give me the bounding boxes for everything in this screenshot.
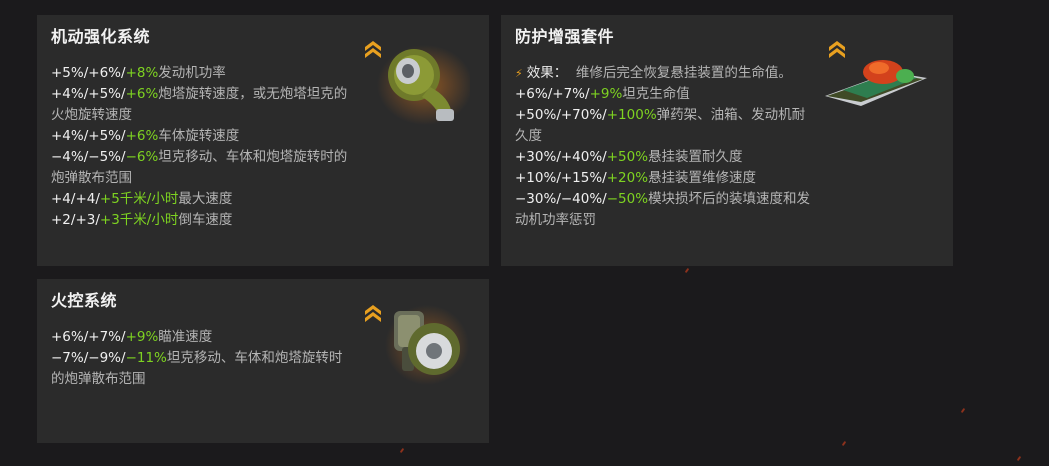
tank-suspension-icon [825, 60, 927, 106]
module-card-mobility: 机动强化系统 +5%/+6%/+8%发动机功率 +4%/+5%/+6%炮塔旋转速… [37, 15, 489, 266]
stat-line: +4%/+5%/+6%车体旋转速度 [51, 128, 240, 144]
ember-decoration [841, 440, 847, 447]
ember-decoration [1016, 455, 1022, 462]
ember-decoration [399, 447, 405, 454]
turbocharger-icon [377, 45, 470, 125]
module-title: 防护增强套件 [515, 27, 615, 46]
stat-line: +6%/+7%/+9%瞄准速度 [51, 329, 213, 345]
ember-decoration [960, 407, 966, 414]
chevron-rank-icon [365, 305, 381, 322]
module-title: 火控系统 [51, 291, 118, 310]
stat-line: +30%/+40%/+50%悬挂装置耐久度 [515, 149, 743, 165]
lightning-icon: ⚡ [515, 67, 523, 80]
module-title: 机动强化系统 [51, 27, 151, 46]
module-card-protection: 防护增强套件 ⚡ 效果： 维修后完全恢复悬挂装置的生命值。 +6%/+7%/+9%… [501, 15, 953, 266]
stat-line: +2/+3/+3千米/小时倒车速度 [51, 212, 233, 228]
stat-line: −4%/−5%/−6%坦克移动、车体和炮塔旋转时的炮弹散布范围 [51, 149, 348, 186]
stat-line: +4%/+5%/+6%炮塔旋转速度，或无炮塔坦克的火炮旋转速度 [51, 86, 348, 123]
stat-line: +6%/+7%/+9%坦克生命值 [515, 86, 690, 102]
stat-line: −30%/−40%/−50%模块损坏后的装填速度和发动机功率惩罚 [515, 191, 811, 228]
module-card-fire-control: 火控系统 +6%/+7%/+9%瞄准速度 −7%/−9%/−11%坦克移动、车体… [37, 279, 489, 443]
stat-line: +10%/+15%/+20%悬挂装置维修速度 [515, 170, 757, 186]
stat-line: −7%/−9%/−11%坦克移动、车体和炮塔旋转时的炮弹散布范围 [51, 350, 343, 387]
effect-line: ⚡ 效果： 维修后完全恢复悬挂装置的生命值。 [515, 65, 792, 81]
stat-line: +50%/+70%/+100%弹药架、油箱、发动机耐久度 [515, 107, 806, 144]
stat-line: +5%/+6%/+8%发动机功率 [51, 65, 226, 81]
stat-line: +4/+4/+5千米/小时最大速度 [51, 191, 233, 207]
gun-stabilizer-icon [385, 305, 469, 385]
ember-decoration [684, 267, 690, 274]
